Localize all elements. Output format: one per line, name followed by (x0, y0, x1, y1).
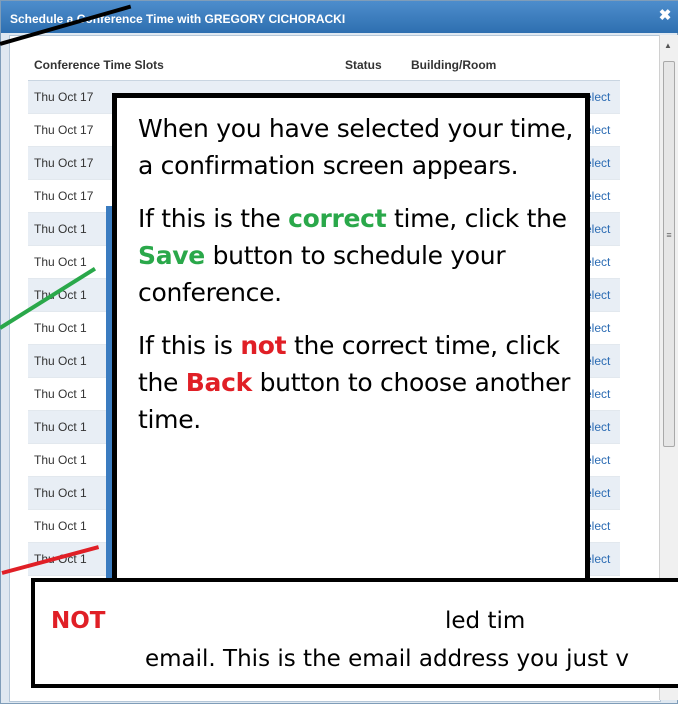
note-label: NOT (51, 608, 106, 634)
callout-paragraph-1: When you have selected your time, a conf… (138, 114, 574, 180)
column-header-status: Status (339, 50, 405, 81)
column-header-slots: Conference Time Slots (28, 50, 339, 81)
column-header-room: Building/Room (405, 50, 551, 81)
note-box: NOT led tim email. This is the email add… (31, 578, 678, 688)
instruction-callout: When you have selected your time, a conf… (112, 93, 590, 589)
close-icon[interactable]: ✖ (657, 8, 673, 24)
callout-paragraph-2: If this is the correct time, click the S… (138, 204, 567, 307)
note-text-line-1: led tim (445, 608, 526, 634)
scrollbar-thumb[interactable] (663, 61, 675, 447)
scrollbar-grip-icon: ≡ (666, 230, 672, 240)
scroll-up-arrow-icon[interactable]: ▲ (664, 41, 672, 50)
note-text-line-2: email. This is the email address you jus… (145, 646, 629, 672)
column-header-action (551, 50, 620, 81)
save-keyword: Save (138, 241, 205, 270)
back-keyword: Back (185, 368, 252, 397)
correct-keyword: correct (288, 204, 387, 233)
dialog-titlebar: Schedule a Conference Time with GREGORY … (1, 1, 678, 33)
not-keyword: not (240, 331, 287, 360)
callout-paragraph-3: If this is not the correct time, click t… (138, 331, 571, 434)
